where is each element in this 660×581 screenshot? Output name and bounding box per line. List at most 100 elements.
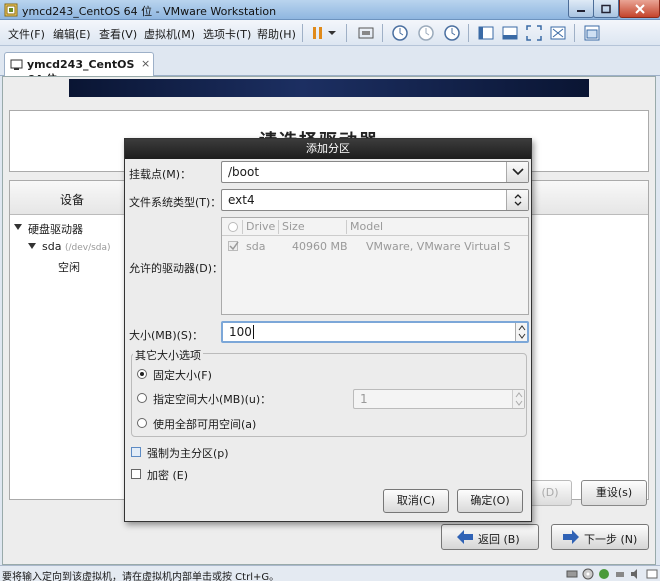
size-options-title: 其它大小选项 xyxy=(133,347,203,363)
fixed-size-label[interactable]: 固定大小(F) xyxy=(153,367,212,383)
message-status-icon[interactable] xyxy=(646,568,658,580)
vm-tab-strip: ymcd243_CentOS 64 位 × xyxy=(0,46,660,86)
allowed-drives-label: 允许的驱动器(D)： xyxy=(129,262,224,275)
close-window-button[interactable] xyxy=(619,0,660,18)
toolbar-separator xyxy=(346,24,347,42)
menu-help[interactable]: 帮助(H) xyxy=(257,26,296,42)
size-label: 大小(MB)(S)： xyxy=(129,329,204,342)
updown-icon xyxy=(514,194,522,206)
tab-vm[interactable]: ymcd243_CentOS 64 位 × xyxy=(4,52,154,86)
cdrom-status-icon[interactable] xyxy=(582,568,594,580)
text-cursor xyxy=(253,325,254,339)
upto-size-spinner[interactable]: 1 xyxy=(353,389,525,409)
size-spin-buttons[interactable] xyxy=(515,323,527,341)
menu-toolbar: 文件(F) 编辑(E) 查看(V) 虚拟机(M) 选项卡(T) 帮助(H) xyxy=(0,20,660,46)
drive-row[interactable]: sda 40960 MB VMware, VMware Virtual S xyxy=(222,238,528,254)
encrypt-checkbox[interactable] xyxy=(131,469,141,479)
obscured-button[interactable]: (D) xyxy=(528,480,572,506)
maximize-icon xyxy=(601,4,611,13)
back-button-label: 返回 (B) xyxy=(478,533,520,546)
mount-point-label: 挂载点(M)： xyxy=(129,168,192,181)
expander-down-icon xyxy=(28,243,36,249)
tab-close-icon[interactable]: × xyxy=(141,57,150,70)
close-icon xyxy=(634,3,645,14)
drive-model: VMware, VMware Virtual S xyxy=(366,240,511,253)
upto-size-radio[interactable] xyxy=(137,393,147,403)
vmware-app-icon xyxy=(4,3,18,17)
spin-up-icon xyxy=(518,325,526,331)
drive-checkbox[interactable] xyxy=(228,241,239,251)
ok-button[interactable]: 确定(O) xyxy=(457,489,523,513)
encrypt-label[interactable]: 加密 (E) xyxy=(147,467,188,483)
console-view-icon[interactable] xyxy=(500,23,520,43)
vm-tab-icon xyxy=(10,59,23,70)
expander-down-icon xyxy=(14,224,22,230)
maximize-button[interactable] xyxy=(593,0,619,18)
force-primary-label[interactable]: 强制为主分区(p) xyxy=(147,445,229,461)
tree-row-free[interactable]: 空闲 xyxy=(58,259,80,275)
fixed-size-radio[interactable] xyxy=(137,369,147,379)
spin-down-icon xyxy=(518,333,526,339)
drive-header-radio xyxy=(228,222,238,232)
tree-label-sda-path: (/dev/sda) xyxy=(64,243,111,253)
menu-file[interactable]: 文件(F) xyxy=(8,26,45,42)
snapshot-revert-icon[interactable] xyxy=(416,23,436,43)
fs-type-dropdown[interactable] xyxy=(506,190,528,210)
next-button[interactable]: 下一步 (N) xyxy=(551,524,649,550)
send-keys-icon[interactable] xyxy=(356,23,376,43)
snapshot-icon[interactable] xyxy=(390,23,410,43)
size-value: 100 xyxy=(229,325,252,339)
thumbnail-view-icon[interactable] xyxy=(582,23,602,43)
arrow-left-icon xyxy=(457,530,473,544)
usb-status-icon[interactable] xyxy=(614,568,626,580)
device-column-header: 设备 xyxy=(60,193,85,207)
minimize-icon xyxy=(577,9,585,12)
add-partition-dialog: 添加分区 挂载点(M)： /boot 文件系统类型(T)： ext4 允许的驱动… xyxy=(124,138,532,522)
fs-type-select[interactable]: ext4 xyxy=(221,189,529,211)
library-view-icon[interactable] xyxy=(476,23,496,43)
force-primary-checkbox[interactable] xyxy=(131,447,141,457)
chevron-down-icon xyxy=(512,168,524,176)
toolbar-separator xyxy=(574,24,575,42)
drive-col-size: Size xyxy=(282,220,305,233)
drive-size: 40960 MB xyxy=(292,240,348,253)
drive-list-header: Drive Size Model xyxy=(222,218,528,236)
upto-size-label[interactable]: 指定空间大小(MB)(u)： xyxy=(153,391,271,407)
sound-status-icon[interactable] xyxy=(630,568,642,580)
menu-vm[interactable]: 虚拟机(M) xyxy=(144,26,195,42)
network-status-icon[interactable] xyxy=(598,568,610,580)
reset-button[interactable]: 重设(s) xyxy=(581,480,647,506)
back-button[interactable]: 返回 (B) xyxy=(441,524,539,550)
upto-size-value: 1 xyxy=(360,392,368,406)
drive-name: sda xyxy=(246,240,266,253)
upto-spin-buttons[interactable] xyxy=(512,390,524,408)
fill-space-label[interactable]: 使用全部可用空间(a) xyxy=(153,416,256,432)
menu-view[interactable]: 查看(V) xyxy=(99,26,137,42)
pause-icon[interactable] xyxy=(308,23,328,43)
menu-edit[interactable]: 编辑(E) xyxy=(53,26,91,42)
mount-point-dropdown[interactable] xyxy=(506,162,528,182)
fs-type-value: ext4 xyxy=(228,193,255,207)
size-spinner[interactable]: 100 xyxy=(221,321,529,343)
drive-col-model: Model xyxy=(350,220,384,233)
tree-label-sda: sda xyxy=(42,240,62,253)
spin-up-icon xyxy=(515,392,523,398)
mount-point-combo[interactable]: /boot xyxy=(221,161,529,183)
fill-space-radio[interactable] xyxy=(137,418,147,428)
minimize-button[interactable] xyxy=(568,0,594,18)
hdd-status-icon[interactable] xyxy=(566,568,578,580)
menu-tabs[interactable]: 选项卡(T) xyxy=(203,26,251,42)
tree-label-hard-drives: 硬盘驱动器 xyxy=(28,223,83,236)
cancel-button[interactable]: 取消(C) xyxy=(383,489,449,513)
unity-icon[interactable] xyxy=(548,23,568,43)
snapshot-manager-icon[interactable] xyxy=(442,23,462,43)
chevron-down-icon[interactable] xyxy=(326,23,338,43)
checkmark-icon xyxy=(229,241,239,251)
next-button-label: 下一步 (N) xyxy=(584,533,638,546)
fullscreen-icon[interactable] xyxy=(524,23,544,43)
title-bar: ymcd243_CentOS 64 位 - VMware Workstation xyxy=(0,0,660,20)
status-bar: 要将输入定向到该虚拟机，请在虚拟机内部单击或按 Ctrl+G。 xyxy=(0,565,660,581)
dialog-title: 添加分区 xyxy=(125,139,531,159)
drive-col-drive: Drive xyxy=(246,220,276,233)
allowed-drives-list[interactable]: Drive Size Model sda 40960 MB VMware, VM… xyxy=(221,217,529,315)
